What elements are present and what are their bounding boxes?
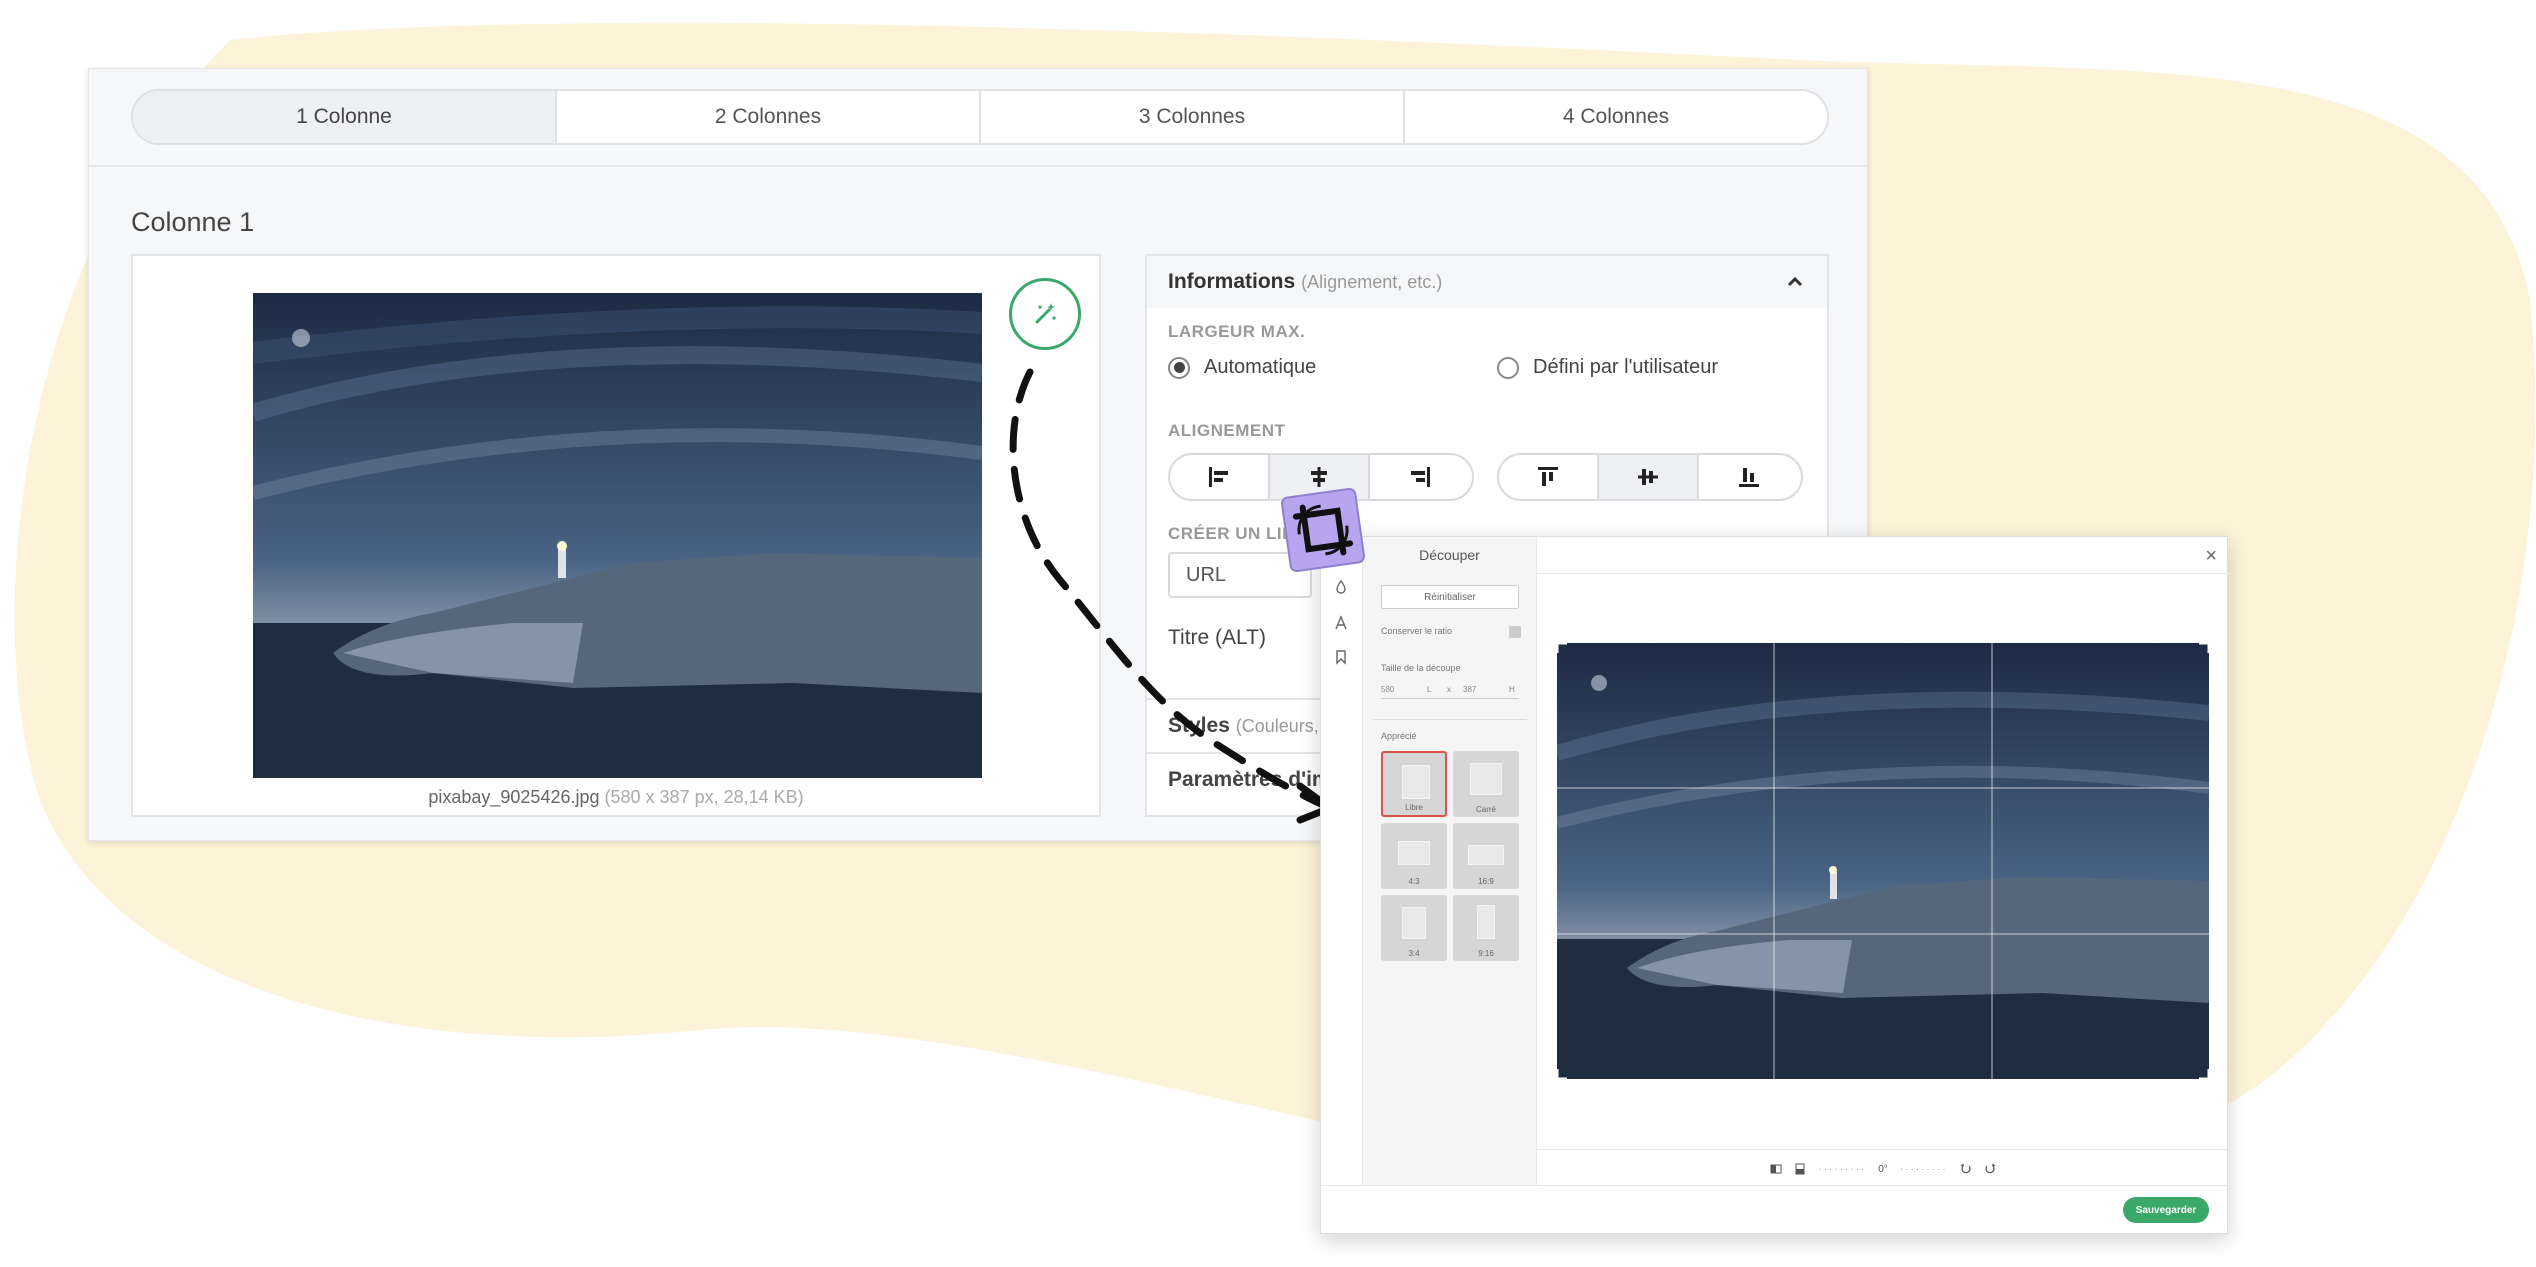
crop-preview[interactable] — [1557, 643, 2209, 1079]
preset-square[interactable]: Carré — [1453, 751, 1519, 817]
keep-ratio-checkbox[interactable] — [1509, 626, 1521, 638]
tab-3-columns[interactable]: 3 Colonnes — [981, 91, 1405, 143]
save-button[interactable]: Sauvegarder — [2123, 1197, 2209, 1223]
magic-wand-button[interactable] — [1009, 278, 1081, 350]
preset-label: 9:16 — [1478, 949, 1494, 958]
preset-shape — [1402, 765, 1430, 799]
preset-16-9[interactable]: 16:9 — [1453, 823, 1519, 889]
crop-title: Découper — [1419, 547, 1480, 563]
align-right-icon — [1411, 467, 1430, 487]
divider — [1321, 1185, 2229, 1186]
preset-3-4[interactable]: 3:4 — [1381, 895, 1447, 961]
close-icon[interactable]: × — [2205, 545, 2217, 568]
max-width-label: LARGEUR MAX. — [1168, 322, 1306, 341]
crop-dialog: Découper Réinitialiser Conserver le rati… — [1320, 536, 2229, 1234]
divider — [89, 165, 1867, 167]
info-subtitle: (Alignement, etc.) — [1301, 271, 1443, 292]
text-icon[interactable] — [1333, 615, 1349, 631]
preset-shape — [1477, 905, 1495, 939]
rotation-slider-right[interactable]: ········· — [1900, 1164, 1948, 1175]
divider — [1537, 1149, 2229, 1150]
radio-user-indicator — [1497, 356, 1519, 379]
image-caption: pixabay_9025426.jpg (580 x 387 px, 28,14… — [133, 787, 1099, 808]
preset-label: 3:4 — [1408, 949, 1420, 958]
preset-label: Carré — [1475, 805, 1496, 814]
magic-wand-icon — [1035, 303, 1056, 324]
divider — [1373, 719, 1527, 720]
alt-title-label: Titre (ALT) — [1168, 626, 1266, 649]
image-details: (580 x 387 px, 28,14 KB) — [604, 787, 804, 807]
height-unit: H — [1509, 685, 1515, 694]
crop-icon-bar — [1321, 537, 1363, 1185]
rotate-right-icon[interactable] — [1984, 1163, 1996, 1175]
preset-label: 16:9 — [1478, 877, 1494, 886]
align-bottom-button[interactable] — [1699, 455, 1799, 499]
tab-4-columns[interactable]: 4 Colonnes — [1405, 91, 1827, 143]
flip-horizontal-icon[interactable] — [1770, 1163, 1782, 1175]
reset-button[interactable]: Réinitialiser — [1381, 585, 1519, 609]
width-unit: L — [1427, 685, 1432, 694]
height-field[interactable]: 387 — [1463, 685, 1476, 694]
image-container: pixabay_9025426.jpg (580 x 387 px, 28,14… — [131, 254, 1101, 817]
crop-size-label: Taille de la découpe — [1381, 663, 1461, 673]
radio-user-label: Défini par l'utilisateur — [1533, 356, 1719, 378]
drop-icon[interactable] — [1333, 579, 1349, 595]
styles-subtitle: (Couleurs, c — [1235, 716, 1333, 736]
align-bottom-icon — [1739, 468, 1759, 487]
radio-auto[interactable]: Automatique — [1168, 356, 1316, 379]
image-filename: pixabay_9025426.jpg — [428, 787, 600, 807]
align-middle-icon — [1638, 469, 1658, 485]
preset-shape — [1402, 907, 1426, 939]
align-middle-button[interactable] — [1599, 455, 1699, 499]
column-title: Colonne 1 — [131, 207, 255, 237]
preset-shape — [1398, 841, 1430, 865]
width-field[interactable]: 580 — [1381, 685, 1394, 694]
align-top-icon — [1538, 467, 1558, 486]
preset-label: Libre — [1405, 803, 1423, 812]
align-right-button[interactable] — [1370, 455, 1470, 499]
radio-auto-indicator — [1168, 356, 1190, 379]
align-left-icon — [1209, 467, 1228, 487]
tab-1-column[interactable]: 1 Colonne — [133, 91, 557, 143]
chevron-up-icon[interactable] — [1785, 272, 1805, 292]
styles-title: Styles — [1168, 714, 1230, 737]
preset-shape — [1468, 845, 1504, 865]
preset-shape — [1470, 763, 1502, 795]
divider — [1537, 573, 2229, 574]
preset-4-3[interactable]: 4:3 — [1381, 823, 1447, 889]
crop-sidebar: Découper Réinitialiser Conserver le rati… — [1363, 537, 1537, 1185]
alignment-label: ALIGNEMENT — [1168, 421, 1286, 440]
keep-ratio-label: Conserver le ratio — [1381, 626, 1453, 636]
presets-label: Apprécié — [1381, 731, 1417, 741]
image-params-section[interactable]: Paramètres d'im — [1168, 768, 1331, 792]
align-top-button[interactable] — [1499, 455, 1599, 499]
rotation-value: 0° — [1878, 1163, 1888, 1175]
image-params-title: Paramètres d'im — [1168, 768, 1331, 791]
times-sign: x — [1447, 685, 1451, 694]
info-title: Informations — [1168, 270, 1296, 293]
styles-section[interactable]: Styles (Couleurs, c — [1168, 714, 1333, 738]
rotation-slider-left[interactable]: ········· — [1818, 1164, 1866, 1175]
preset-free[interactable]: Libre — [1381, 751, 1447, 817]
column-tabs: 1 Colonne 2 Colonnes 3 Colonnes 4 Colonn… — [131, 89, 1829, 145]
crop-toolbar: ········· 0° ········· — [1537, 1157, 2229, 1181]
info-header[interactable]: Informations (Alignement, etc.) — [1147, 256, 1827, 308]
bookmark-icon[interactable] — [1333, 649, 1349, 665]
crop-size-fields: 580 L x 387 H — [1381, 685, 1519, 699]
crop-sticker-icon — [1280, 487, 1366, 573]
radio-auto-label: Automatique — [1204, 356, 1317, 378]
vertical-align-group — [1497, 453, 1803, 501]
tab-2-columns[interactable]: 2 Colonnes — [557, 91, 981, 143]
flip-vertical-icon[interactable] — [1794, 1163, 1806, 1175]
align-left-button[interactable] — [1170, 455, 1270, 499]
radio-user-defined[interactable]: Défini par l'utilisateur — [1497, 356, 1718, 379]
rotate-left-icon[interactable] — [1960, 1163, 1972, 1175]
preset-label: 4:3 — [1408, 877, 1420, 886]
preset-9-16[interactable]: 9:16 — [1453, 895, 1519, 961]
lighthouse-photo[interactable] — [253, 293, 982, 778]
align-center-icon — [1311, 467, 1327, 487]
